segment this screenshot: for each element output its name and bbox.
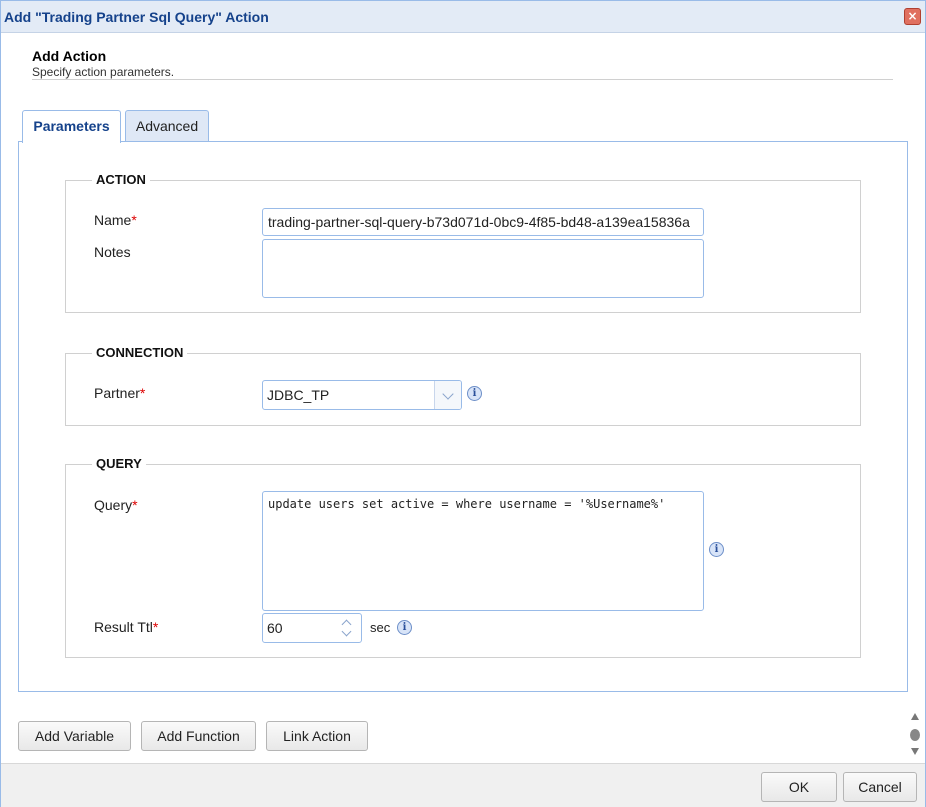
required-marker: *	[132, 497, 138, 513]
partner-label: Partner*	[94, 385, 145, 401]
action-legend: ACTION	[92, 172, 150, 187]
connection-legend: CONNECTION	[92, 345, 188, 360]
query-textarea[interactable]: update users set active = where username…	[262, 491, 704, 611]
dialog-title: Add "Trading Partner Sql Query" Action	[4, 9, 269, 25]
info-icon[interactable]: i	[397, 620, 412, 635]
add-variable-button[interactable]: Add Variable	[18, 721, 131, 751]
cancel-button[interactable]: Cancel	[843, 772, 917, 802]
dialog-footer: OK Cancel	[1, 763, 925, 807]
partner-label-text: Partner	[94, 385, 140, 401]
result-ttl-value: 60	[267, 620, 283, 636]
connection-fieldset: CONNECTION	[65, 345, 861, 426]
scroll-up-icon[interactable]	[911, 713, 919, 720]
ok-button[interactable]: OK	[761, 772, 837, 802]
partner-dropdown-trigger[interactable]	[434, 381, 461, 409]
required-marker: *	[131, 212, 137, 228]
dialog-header: Add Action Specify action parameters.	[32, 48, 174, 79]
add-action-dialog: Add "Trading Partner Sql Query" Action ×…	[0, 0, 926, 807]
add-function-button[interactable]: Add Function	[141, 721, 256, 751]
spinner-arrows[interactable]	[337, 614, 361, 642]
header-title: Add Action	[32, 48, 107, 64]
link-action-button[interactable]: Link Action	[266, 721, 368, 751]
name-input[interactable]: trading-partner-sql-query-b73d071d-0bc9-…	[262, 208, 704, 236]
result-ttl-label: Result Ttl*	[94, 619, 158, 635]
name-label: Name*	[94, 212, 137, 228]
tab-parameters[interactable]: Parameters	[22, 110, 121, 143]
required-marker: *	[152, 619, 159, 635]
result-ttl-label-text: Result Ttl	[94, 619, 153, 635]
name-label-text: Name	[94, 212, 132, 228]
query-label-text: Query	[94, 497, 133, 513]
info-icon[interactable]: i	[467, 386, 482, 401]
partner-value: JDBC_TP	[267, 387, 330, 403]
query-label: Query*	[94, 497, 138, 513]
required-marker: *	[139, 385, 146, 401]
notes-label: Notes	[94, 244, 131, 260]
chevron-down-icon[interactable]	[341, 626, 352, 637]
result-ttl-unit: sec	[370, 620, 391, 635]
chevron-down-icon	[442, 388, 454, 400]
close-icon[interactable]: ×	[904, 8, 921, 25]
partner-combobox[interactable]: JDBC_TP	[262, 380, 462, 410]
scroll-thumb-icon[interactable]	[910, 729, 920, 741]
tab-advanced[interactable]: Advanced	[125, 110, 209, 142]
query-legend: QUERY	[92, 456, 146, 471]
header-subtitle: Specify action parameters.	[32, 65, 175, 79]
notes-textarea[interactable]	[262, 239, 704, 298]
header-divider	[32, 79, 893, 80]
info-icon[interactable]: i	[709, 542, 724, 557]
scroll-down-icon[interactable]	[911, 748, 919, 755]
scroll-control[interactable]	[910, 713, 920, 759]
dialog-titlebar[interactable]: Add "Trading Partner Sql Query" Action ×	[1, 1, 925, 33]
result-ttl-spinner[interactable]: 60	[262, 613, 362, 643]
